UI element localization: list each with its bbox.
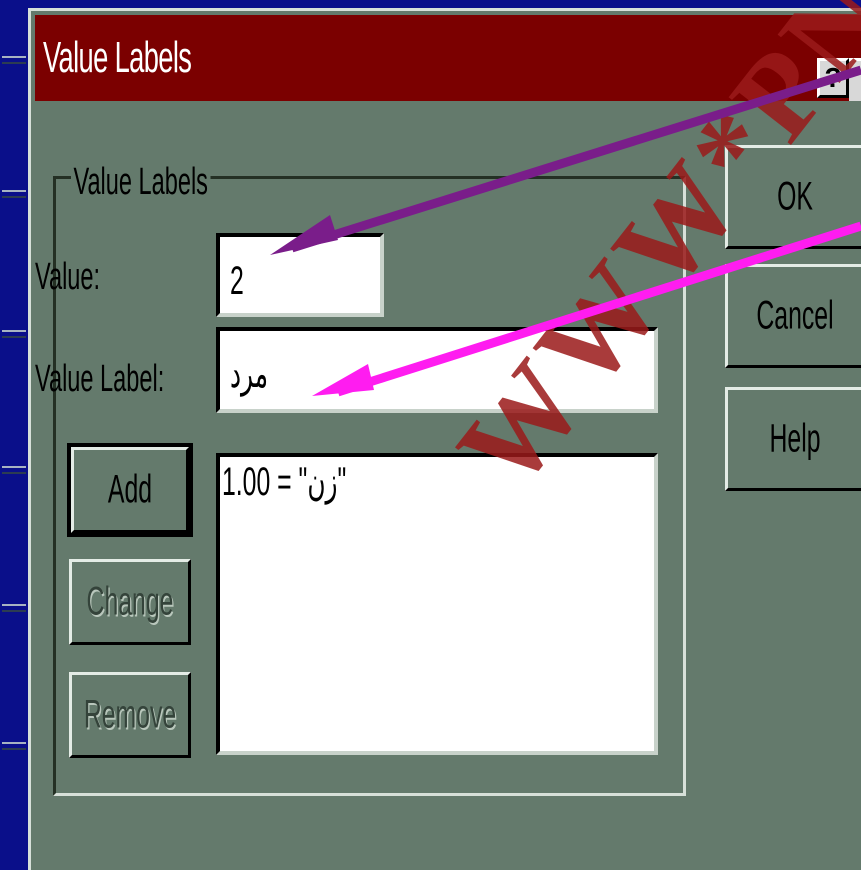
purple-arrow-head [270,215,338,255]
pink-arrow-shaft [336,221,861,397]
pink-arrow-head [312,364,374,396]
purple-arrow-shaft [290,65,861,253]
annotation-arrows [270,65,861,397]
